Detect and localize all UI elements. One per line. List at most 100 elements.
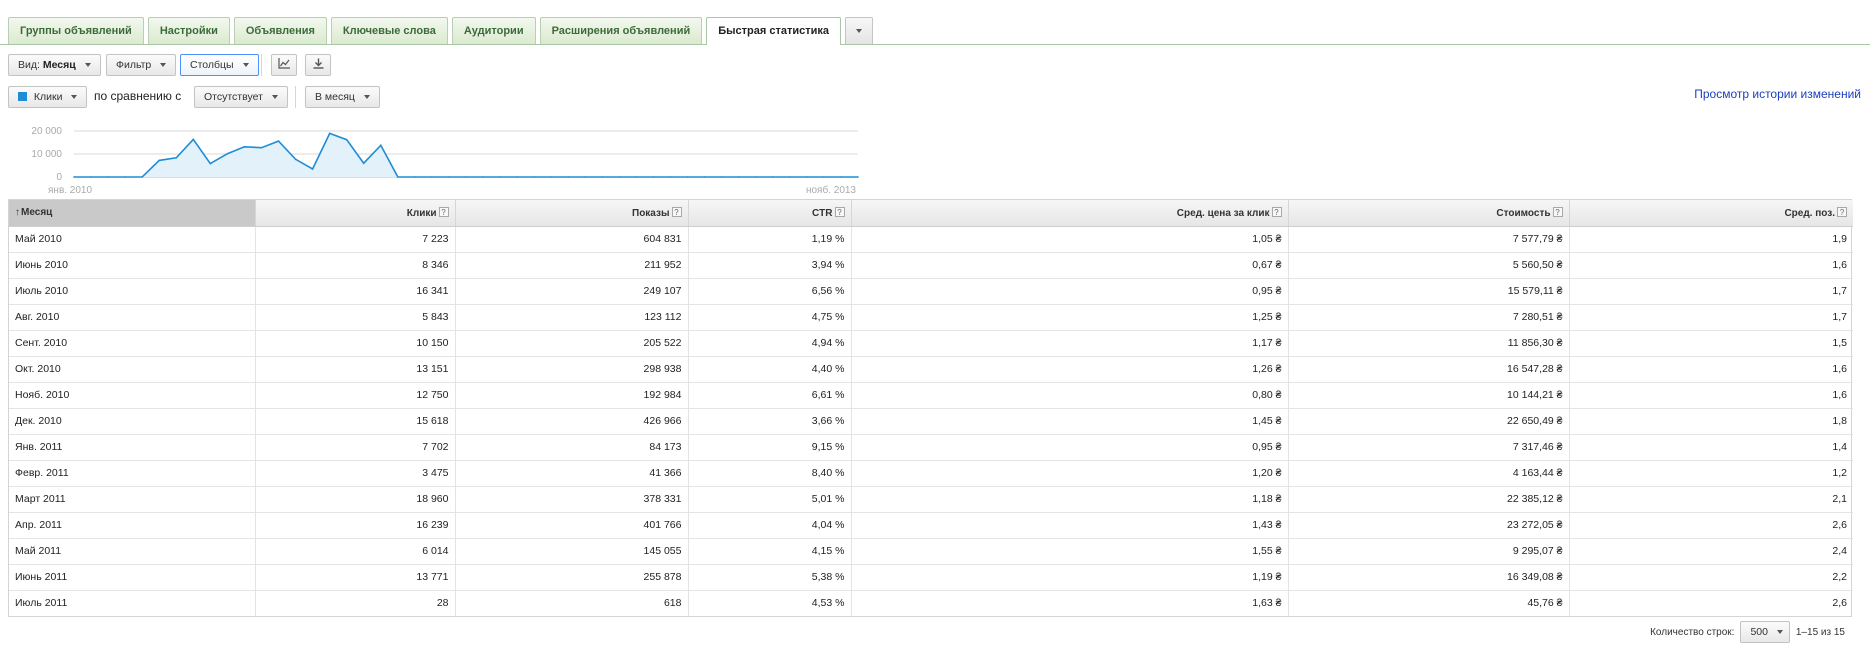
column-header[interactable]: Клики? [255, 200, 456, 227]
table-cell: 1,25 ₴ [851, 304, 1289, 331]
tab-ad-extensions[interactable]: Расширения объявлений [539, 17, 703, 44]
table-cell: 16 341 [255, 278, 456, 305]
help-icon[interactable]: ? [1552, 206, 1563, 217]
table-cell: 45,76 ₴ [1288, 590, 1570, 616]
table-cell: 6 014 [255, 538, 456, 565]
metric-dropdown[interactable]: Клики [8, 86, 88, 108]
help-icon[interactable]: ? [671, 206, 682, 217]
chart-point [175, 157, 178, 159]
tab-ads[interactable]: Объявления [233, 17, 327, 44]
chevron-down-icon [160, 63, 167, 68]
chart-point [107, 176, 109, 178]
table-cell: 1,19 % [688, 226, 852, 253]
chart-point [550, 176, 552, 178]
table-cell: 4 163,44 ₴ [1288, 460, 1570, 487]
column-header[interactable]: Показы? [455, 200, 689, 227]
column-header[interactable]: Сред. поз.? [1569, 200, 1853, 227]
download-button[interactable] [305, 54, 331, 76]
rows-count-select[interactable]: 500 [1740, 621, 1790, 643]
table-cell: 16 239 [255, 512, 456, 539]
period-dropdown[interactable]: В месяц [305, 86, 380, 108]
table-row: Апр. 2011 16 239 401 766 4,04 % 1,43 ₴ 23 272… [9, 512, 1853, 539]
table-row: Дек. 2010 15 618 426 966 3,66 % 1,45 ₴ 22 650… [9, 408, 1853, 435]
chart-point [124, 176, 126, 178]
y-tick-label: 0 [56, 172, 62, 183]
table-row: Май 2010 7 223 604 831 1,19 % 1,05 ₴ 7 577,79… [9, 226, 1853, 253]
column-header[interactable]: ↑Месяц [9, 200, 256, 227]
table-cell: 2,4 [1569, 538, 1853, 565]
column-header-label: Сред. поз. [1784, 207, 1835, 219]
y-tick-label: 20 000 [31, 126, 62, 137]
chart-point [601, 176, 604, 178]
chart-point [806, 176, 808, 178]
table-cell: 11 856,30 ₴ [1288, 330, 1570, 357]
column-header[interactable]: CTR? [688, 200, 852, 227]
table-cell: 13 771 [255, 564, 456, 591]
chart-point [772, 176, 774, 178]
table-cell: 2,6 [1832, 597, 1847, 610]
table-cell: 2,1 [1569, 486, 1853, 513]
table-cell: Янв. 2011 [9, 434, 256, 461]
table-cell: Февр. 2011 [9, 460, 256, 487]
table-cell: 3,94 % [688, 252, 852, 279]
chart-point [73, 176, 75, 178]
tab-quick-stats[interactable]: Быстрая статистика [706, 17, 842, 45]
tab-ad-groups[interactable]: Группы объявлений [8, 17, 144, 44]
more-tabs-button[interactable] [845, 17, 874, 44]
help-icon[interactable]: ? [1837, 206, 1847, 217]
table-cell: 1,26 ₴ [851, 356, 1289, 383]
table-cell: 1,7 [1569, 278, 1853, 305]
filter-label: Фильтр [116, 59, 152, 71]
x-end-label: нояб. 2013 [806, 184, 856, 196]
table-cell: 1,5 [1569, 330, 1853, 357]
chart-point [345, 138, 348, 141]
column-header[interactable]: Стоимость? [1288, 200, 1570, 227]
table-cell: 1,63 ₴ [851, 590, 1289, 616]
table-cell: 8 346 [255, 252, 456, 279]
table-cell: 16 547,28 ₴ [1288, 356, 1570, 383]
toolbar-divider [295, 86, 296, 108]
table-cell: 145 055 [455, 538, 689, 565]
compare-value: Отсутствует [204, 91, 263, 103]
chart-point [823, 176, 825, 178]
table-cell: Нояб. 2010 [9, 382, 256, 409]
table-cell: 18 960 [255, 486, 456, 513]
chevron-down-icon [1776, 630, 1783, 635]
columns-dropdown[interactable]: Столбцы [180, 54, 259, 76]
view-dropdown[interactable]: Вид: Месяц [8, 54, 101, 76]
chart-toggle-button[interactable] [271, 54, 297, 76]
table-body: Май 2010 7 223 604 831 1,19 % 1,05 ₴ 7 577,79… [9, 226, 1853, 616]
table-cell: 7 317,46 ₴ [1288, 434, 1570, 461]
help-icon[interactable]: ? [1271, 206, 1282, 217]
stats-table: ↑Месяц Клики? Показы? CTR? Сред. цена за кли… [8, 199, 1853, 617]
table-cell: 378 331 [455, 486, 689, 513]
table-cell: 1,6 [1569, 252, 1853, 279]
table-cell: 3 475 [255, 460, 456, 487]
column-header[interactable]: Сред. цена за клик? [851, 200, 1289, 227]
table-cell: 1,05 ₴ [851, 226, 1289, 253]
column-header-label: CTR [811, 207, 833, 219]
tab-audiences[interactable]: Аудитории [451, 17, 536, 44]
table-cell: 7 577,79 ₴ [1288, 226, 1570, 253]
table-cell: Март 2011 [9, 486, 256, 513]
help-icon[interactable]: ? [834, 206, 845, 217]
chart-point [482, 176, 484, 178]
toolbar-divider [261, 54, 262, 76]
table-cell: 0,95 ₴ [851, 434, 1289, 461]
table-cell: Апр. 2011 [9, 512, 256, 539]
table-cell: 5 843 [255, 304, 456, 331]
change-history-link[interactable]: Просмотр истории изменений [1694, 87, 1861, 101]
table-cell: 0,67 ₴ [851, 252, 1289, 279]
tab-keywords[interactable]: Ключевые слова [330, 17, 448, 44]
compare-metric-dropdown[interactable]: Отсутствует [194, 86, 288, 108]
chart-point [260, 146, 263, 149]
filter-dropdown[interactable]: Фильтр [106, 54, 177, 76]
table-cell: 426 966 [455, 408, 689, 435]
metric-color-swatch [18, 92, 27, 101]
chevron-down-icon [856, 29, 863, 34]
table-cell: 8,40 % [688, 460, 852, 487]
table-cell: 2,2 [1569, 564, 1853, 591]
tab-settings[interactable]: Настройки [147, 17, 230, 44]
table-cell: 1,19 ₴ [851, 564, 1289, 591]
help-icon[interactable]: ? [438, 206, 449, 217]
